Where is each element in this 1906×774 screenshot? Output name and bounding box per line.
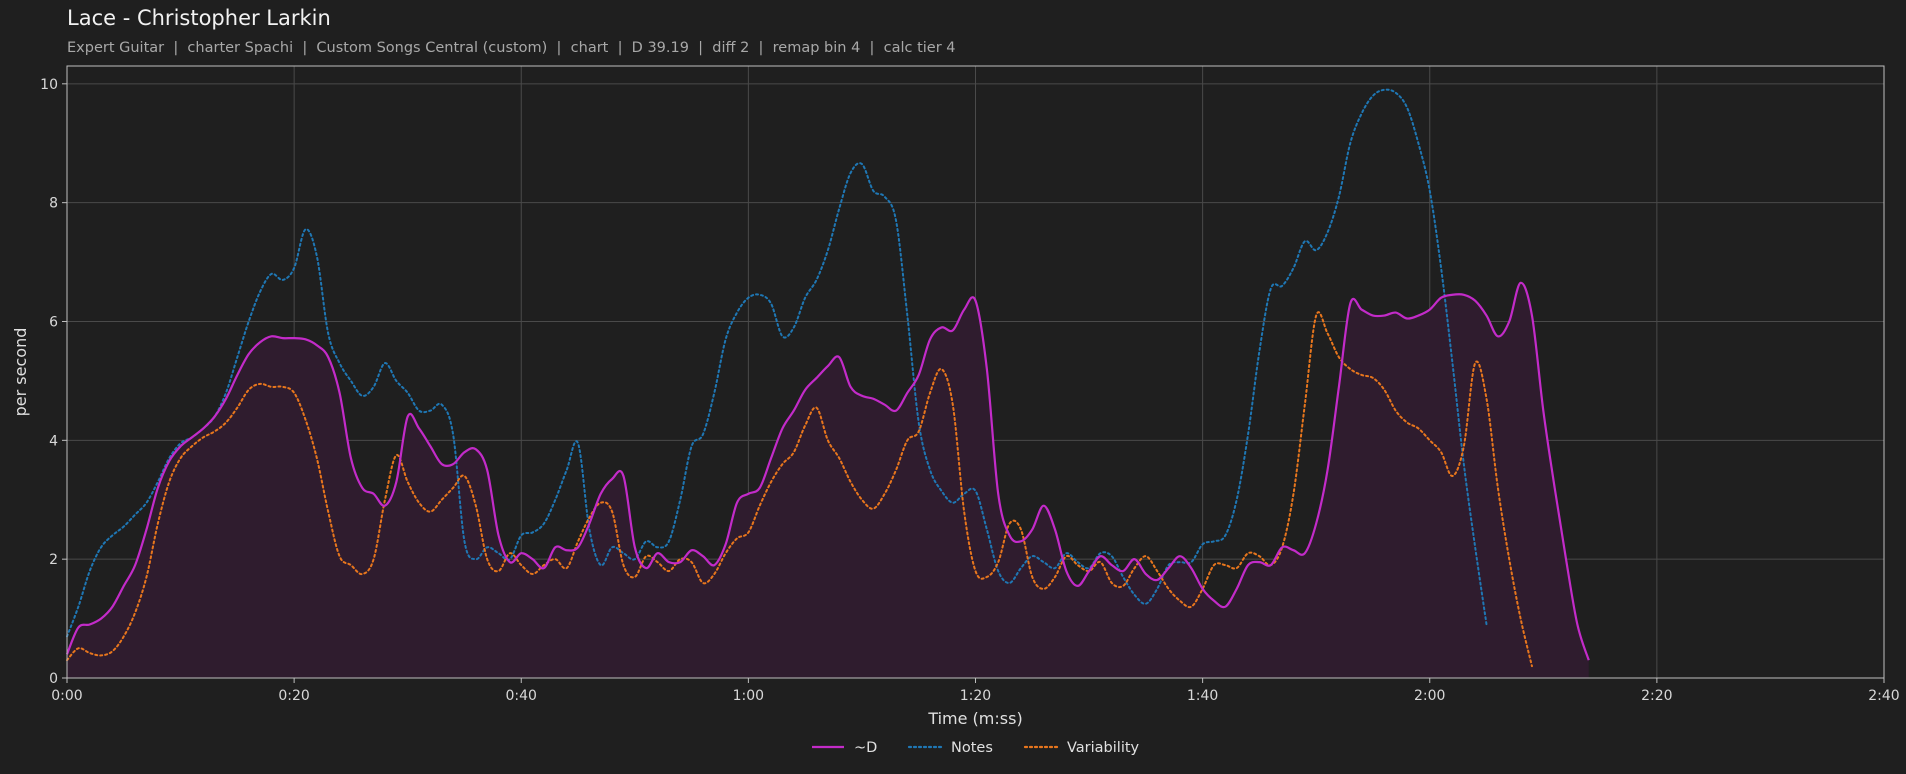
y-axis-label: per second — [11, 328, 30, 417]
x-tick-label: 1:20 — [960, 688, 991, 704]
y-tick-label: 8 — [49, 196, 58, 212]
y-tick-label: 6 — [49, 314, 58, 330]
line-chart: 0:00 0:20 0:40 1:00 1:20 1:40 2:00 2:20 2:40 0 2 4… — [11, 65, 1900, 756]
x-tick-label: 2:40 — [1868, 688, 1899, 704]
x-tick-label: 0:20 — [278, 688, 309, 704]
y-tick-label: 0 — [49, 671, 58, 687]
x-tick-label: 2:20 — [1641, 688, 1672, 704]
x-tick-label: 0:40 — [506, 688, 537, 704]
x-tick-label: 1:00 — [733, 688, 764, 704]
area-fill-d — [67, 282, 1589, 678]
y-axis-ticks: 0 2 4 6 8 10 — [40, 77, 67, 687]
legend-label: Variability — [1067, 740, 1140, 756]
x-axis-label: Time (m:ss) — [927, 709, 1022, 728]
y-tick-label: 10 — [40, 77, 58, 93]
x-axis-ticks: 0:00 0:20 0:40 1:00 1:20 1:40 2:00 2:20 2:40 — [51, 678, 1900, 704]
x-tick-label: 2:00 — [1414, 688, 1445, 704]
x-tick-label: 0:00 — [51, 688, 82, 704]
y-tick-label: 2 — [49, 552, 58, 568]
legend-label: Notes — [951, 740, 993, 756]
y-tick-label: 4 — [49, 433, 58, 449]
x-tick-label: 1:40 — [1187, 688, 1218, 704]
legend: ~D Notes Variability — [812, 740, 1140, 756]
area-fills — [67, 282, 1589, 678]
legend-label: ~D — [854, 740, 877, 756]
